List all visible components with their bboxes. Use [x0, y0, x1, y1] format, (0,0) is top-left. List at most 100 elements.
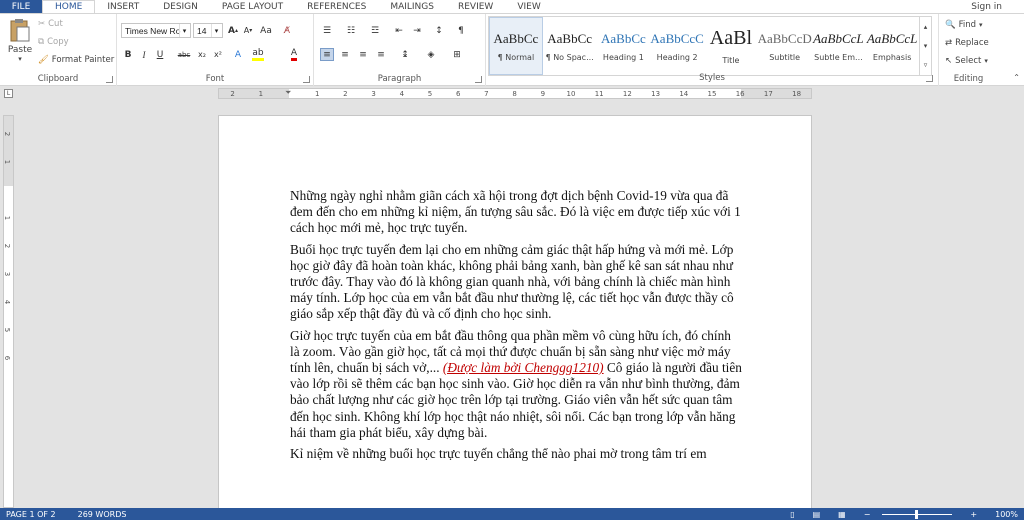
document-page[interactable]: Những ngày nghỉ nhằm giãn cách xã hội tr… [218, 115, 812, 515]
highlight-icon[interactable]: ab [251, 48, 265, 61]
page-count[interactable]: PAGE 1 OF 2 [0, 510, 56, 519]
grow-font-icon[interactable]: A ▴ [226, 24, 240, 37]
style-item[interactable]: AaBl Title [704, 17, 758, 75]
text-effects-icon[interactable]: A [231, 48, 245, 61]
chevron-down-icon[interactable]: ▾ [211, 24, 221, 37]
editing-group: 🔍 Find ▾ ⇄ Replace ↖ Select ▾ Editing [938, 14, 998, 86]
increase-indent-icon[interactable]: ⇥ [410, 24, 424, 37]
paste-button[interactable]: Paste ▾ [6, 17, 34, 73]
style-item[interactable]: AaBbCc ¶ No Spac... [543, 17, 597, 75]
strikethrough-icon[interactable]: abc [177, 48, 191, 61]
pilcrow-icon[interactable]: ¶ [454, 24, 468, 37]
find-button[interactable]: 🔍 Find ▾ [945, 20, 983, 30]
tab-references[interactable]: REFERENCES [295, 0, 378, 13]
replace-label: Replace [955, 38, 989, 48]
bold-icon[interactable]: B [121, 48, 135, 61]
align-right-icon[interactable]: ≡ [356, 48, 370, 61]
author-credit: (Được làm bởi Chenggg1210) [442, 360, 604, 376]
font-color-icon[interactable]: A [287, 48, 301, 61]
sign-in-link[interactable]: Sign in [971, 0, 1024, 13]
align-center-icon[interactable]: ≡ [338, 48, 352, 61]
read-mode-icon[interactable]: ▯ [784, 510, 794, 519]
style-item[interactable]: AaBbCc Heading 1 [597, 17, 651, 75]
tab-selector-icon[interactable]: L [4, 89, 13, 98]
borders-icon[interactable]: ⊞ [450, 48, 464, 61]
clear-formatting-icon[interactable]: A̸ [280, 24, 294, 37]
paragraph-group: ☰ ☷ ☲ ⇤ ⇥ ↕ ¶ ≡ ≡ ≡ ≡ ↨ ◈ ⊞ Paragraph [314, 14, 486, 86]
vertical-ruler[interactable]: 2 1 1 2 3 4 5 6 [3, 115, 14, 508]
font-name-box[interactable]: Times New Ro ▾ [121, 23, 191, 38]
numbering-icon[interactable]: ☷ [344, 24, 358, 37]
document-body[interactable]: Những ngày nghỉ nhằm giãn cách xã hội tr… [290, 188, 742, 467]
tab-design[interactable]: DESIGN [151, 0, 210, 13]
tab-home[interactable]: HOME [42, 0, 96, 13]
horizontal-ruler[interactable]: 2 1 1 2 3 4 5 6 7 8 9 10 11 12 13 14 15 16 17 18 ⏷ [218, 88, 812, 99]
decrease-indent-icon[interactable]: ⇤ [392, 24, 406, 37]
replace-button[interactable]: ⇄ Replace [945, 38, 989, 48]
tab-file[interactable]: FILE [0, 0, 42, 13]
styles-launcher-icon[interactable] [926, 75, 933, 82]
web-layout-icon[interactable]: ▦ [832, 510, 846, 519]
styles-gallery: AaBbCc ¶ Normal AaBbCc ¶ No Spac... AaBbCc He… [488, 16, 920, 76]
style-item[interactable]: AaBbCcL Subtle Em... [812, 17, 866, 75]
paragraph-1[interactable]: Những ngày nghỉ nhằm giãn cách xã hội tr… [290, 188, 742, 237]
cut-button[interactable]: ✂ Cut [38, 19, 63, 29]
select-button[interactable]: ↖ Select ▾ [945, 56, 988, 66]
superscript-icon[interactable]: x² [211, 48, 225, 61]
tab-view[interactable]: VIEW [505, 0, 552, 13]
chevron-down-icon[interactable]: ▾ [924, 42, 928, 50]
zoom-level[interactable]: 100% [989, 510, 1018, 519]
chevron-down-icon: ▾ [984, 57, 988, 65]
clipboard-group: Paste ▾ ✂ Cut ⧉ Copy 🖌 Format Painter Clipb… [0, 14, 117, 86]
change-case-icon[interactable]: Aa [259, 24, 273, 37]
style-name: Subtitle [769, 52, 801, 62]
tab-page-layout[interactable]: PAGE LAYOUT [210, 0, 295, 13]
tab-insert[interactable]: INSERT [95, 0, 151, 13]
justify-icon[interactable]: ≡ [374, 48, 388, 61]
multilevel-list-icon[interactable]: ☲ [368, 24, 382, 37]
underline-icon[interactable]: U [153, 48, 167, 61]
zoom-in-icon[interactable]: + [964, 510, 977, 519]
shading-icon[interactable]: ◈ [424, 48, 438, 61]
ruler-margin [4, 116, 13, 186]
chevron-up-icon[interactable]: ▴ [924, 23, 928, 31]
italic-icon[interactable]: I [137, 48, 151, 61]
word-count[interactable]: 269 WORDS [56, 510, 127, 519]
bullets-icon[interactable]: ☰ [320, 24, 334, 37]
format-painter-button[interactable]: 🖌 Format Painter [38, 55, 114, 65]
clipboard-launcher-icon[interactable] [106, 76, 113, 83]
zoom-slider[interactable] [882, 509, 953, 519]
align-left-icon[interactable]: ≡ [320, 48, 334, 61]
zoom-slider-handle[interactable] [915, 509, 919, 519]
more-styles-icon[interactable]: ▿ [924, 61, 928, 69]
vertical-scrollbar[interactable] [1012, 100, 1024, 508]
indent-marker-icon[interactable]: ⏷ [285, 88, 291, 98]
line-spacing-icon[interactable]: ↨ [398, 48, 412, 61]
zoom-out-icon[interactable]: − [858, 510, 871, 519]
print-layout-icon[interactable]: ▤ [807, 510, 821, 519]
sort-icon[interactable]: ↕ [432, 24, 446, 37]
font-launcher-icon[interactable] [303, 76, 310, 83]
copy-button[interactable]: ⧉ Copy [38, 37, 69, 47]
paragraph-4[interactable]: Kỉ niệm về những buổi học trực tuyến chẳ… [290, 446, 742, 462]
ribbon-tabs: FILE HOME INSERT DESIGN PAGE LAYOUT REFE… [0, 0, 1024, 13]
chevron-down-icon[interactable]: ▾ [179, 24, 189, 37]
style-item[interactable]: AaBbCcC Heading 2 [650, 17, 704, 75]
copy-label: Copy [47, 37, 69, 47]
ruler-number: 2 [230, 90, 235, 98]
tab-mailings[interactable]: MAILINGS [378, 0, 446, 13]
style-preview: AaBbCcC [650, 30, 704, 46]
paragraph-2[interactable]: Buổi học trực tuyến đem lại cho em những… [290, 242, 742, 323]
collapse-ribbon-icon[interactable]: ⌃ [1013, 73, 1020, 82]
clipboard-group-label: Clipboard [37, 74, 79, 84]
style-item[interactable]: AaBbCcL Emphasis [865, 17, 919, 75]
style-item[interactable]: AaBbCcD Subtitle [758, 17, 812, 75]
paragraph-launcher-icon[interactable] [475, 76, 482, 83]
subscript-icon[interactable]: x₂ [195, 48, 209, 61]
tab-review[interactable]: REVIEW [446, 0, 505, 13]
style-item[interactable]: AaBbCc ¶ Normal [489, 17, 543, 75]
paragraph-3[interactable]: Giờ học trực tuyến của em bắt đầu thông … [290, 328, 742, 441]
shrink-font-icon[interactable]: A ▾ [241, 24, 255, 37]
font-size-box[interactable]: 14 ▾ [193, 23, 223, 38]
ruler-number: 17 [763, 90, 773, 98]
